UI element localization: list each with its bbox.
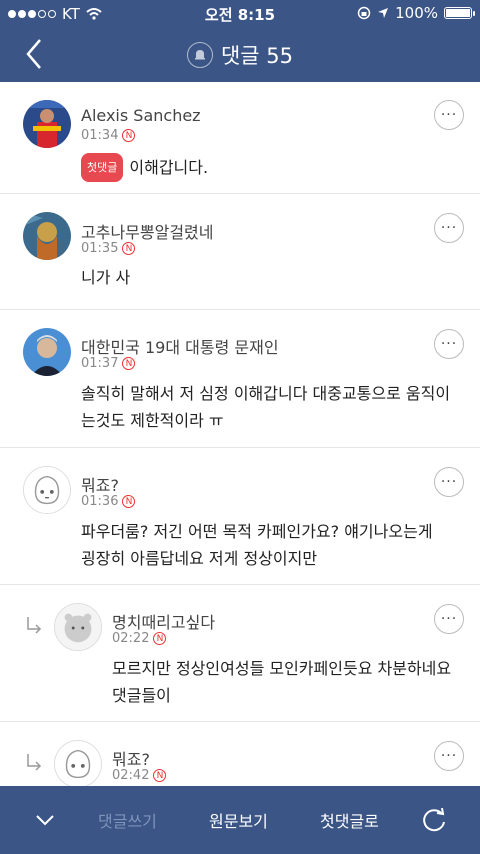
new-icon: N [153,632,167,645]
first-comment-badge: 첫댓글 [81,153,124,182]
battery-percent: 100% [395,4,438,22]
comment-item: 뭐죠? 02:42 N ··· [0,722,480,786]
comment-author[interactable]: 명치때리고싶다 [112,609,215,633]
comment-text: 솔직히 말해서 저 심정 이해갑니다 대중교통으로 움직이는것도 제한적이라 ㅠ [81,384,451,430]
avatar [23,212,71,260]
comment-author[interactable]: 고추나무뽕알걸렸네 [81,219,213,243]
more-icon[interactable]: ··· [434,213,464,243]
comment-author[interactable]: 뭐죠? [112,746,150,770]
new-icon: N [153,769,167,782]
refresh-icon[interactable] [420,806,448,834]
comment-text: 첫댓글 이해갑니다. [81,153,441,182]
bottom-toolbar: 댓글쓰기 원문보기 첫댓글로 [0,786,480,854]
comment-time: 01:36 N [81,494,136,509]
more-icon[interactable]: ··· [434,329,464,359]
avatar [23,466,71,514]
comment-text: 모르지만 정상인여성들 모인카페인듯요 차분하네요 댓글들이 [112,659,452,705]
more-icon[interactable]: ··· [434,467,464,497]
avatar [54,740,102,786]
comment-text: 니가 사 [81,268,131,287]
comment-author[interactable]: 뭐죠? [81,472,119,496]
more-icon[interactable]: ··· [434,100,464,130]
reply-arrow-icon [27,754,42,771]
new-icon: N [122,357,136,370]
page-title: 댓글 55 [220,44,294,68]
comment-author[interactable]: Alexis Sanchez [81,106,201,125]
avatar [23,100,71,148]
bell-icon [186,42,213,68]
rotation-lock-icon [357,6,371,20]
new-icon: N [122,242,136,255]
battery-icon [444,7,475,19]
comment-time: 02:42 N [112,768,167,783]
view-original-button[interactable]: 원문보기 [209,808,268,832]
avatar [23,328,71,376]
write-comment-button[interactable]: 댓글쓰기 [98,808,157,832]
comment-time: 02:22 N [112,631,167,646]
nav-bar: 댓글 55 [0,28,480,82]
comment-item: 고추나무뽕알걸렸네 01:35 N 니가 사 ··· [0,194,480,310]
comment-time: 01:37 N [81,356,136,371]
comment-item: Alexis Sanchez 01:34 N 첫댓글 이해갑니다. ··· [0,82,480,194]
chevron-down-icon[interactable] [35,813,55,827]
reply-arrow-icon [27,617,42,634]
location-icon [378,8,389,18]
new-icon: N [122,129,136,142]
status-bar: KT 오전 8:15 100% [0,0,480,28]
first-comment-button[interactable]: 첫댓글로 [320,808,379,832]
comment-item: 명치때리고싶다 02:22 N 모르지만 정상인여성들 모인카페인듯요 차분하네요… [0,585,480,722]
comment-time: 01:35 N [81,241,136,256]
comment-time: 01:34 N [81,128,136,143]
comment-author[interactable]: 대한민국 19대 대통령 문재인 [81,334,279,358]
avatar [54,603,102,651]
comment-item: 뭐죠? 01:36 N 파우더룸? 저긴 어떤 목적 카페인가요? 얘기나오는게 … [0,448,480,585]
more-icon[interactable]: ··· [434,604,464,634]
new-icon: N [122,495,136,508]
more-icon[interactable]: ··· [434,741,464,771]
comment-item: 대한민국 19대 대통령 문재인 01:37 N 솔직히 말해서 저 심정 이해갑… [0,310,480,448]
comment-list[interactable]: Alexis Sanchez 01:34 N 첫댓글 이해갑니다. ··· 고추나무… [0,82,480,786]
comment-text: 파우더룸? 저긴 어떤 목적 카페인가요? 얘기나오는게 굉장히 아름답네요 저… [81,522,433,568]
